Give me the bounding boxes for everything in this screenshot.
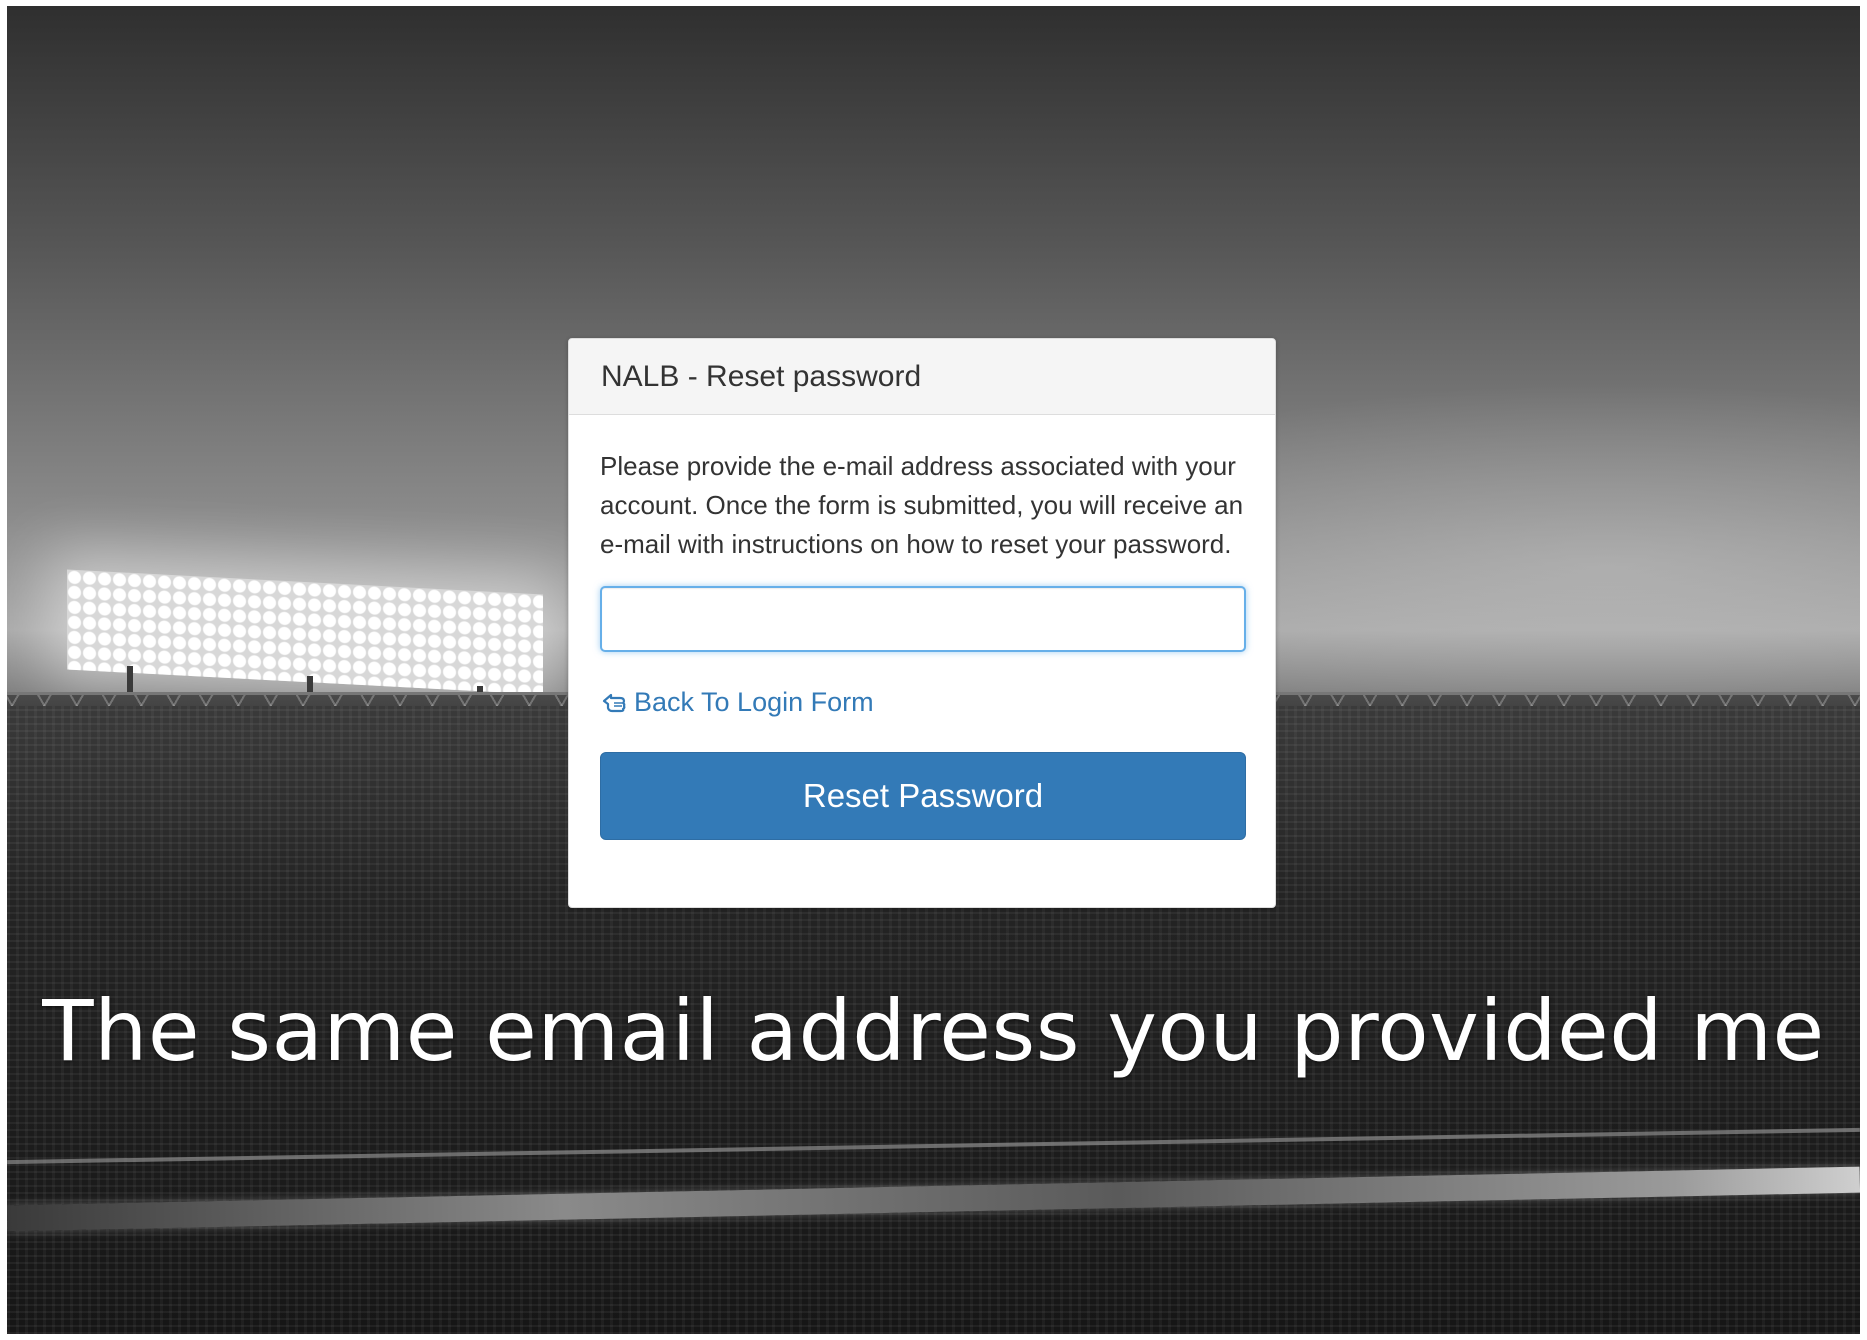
stadium-background: NALB - Reset password Please provide the… bbox=[7, 6, 1860, 1334]
back-link-label: Back To Login Form bbox=[634, 686, 874, 717]
email-input[interactable] bbox=[600, 586, 1246, 652]
panel-title: NALB - Reset password bbox=[601, 359, 922, 393]
panel-body: Please provide the e-mail address associ… bbox=[569, 415, 1275, 840]
reset-password-button[interactable]: Reset Password bbox=[600, 752, 1246, 840]
back-to-login-link[interactable]: Back To Login Form bbox=[600, 682, 1244, 722]
stadium-floodlights bbox=[67, 569, 543, 695]
instructions-text: Please provide the e-mail address associ… bbox=[600, 451, 1244, 559]
caption-text: The same email address you provided me bbox=[42, 982, 1825, 1080]
panel-heading: NALB - Reset password bbox=[569, 339, 1275, 415]
hand-pointing-left-icon bbox=[600, 687, 630, 717]
reset-password-panel: NALB - Reset password Please provide the… bbox=[568, 338, 1276, 908]
